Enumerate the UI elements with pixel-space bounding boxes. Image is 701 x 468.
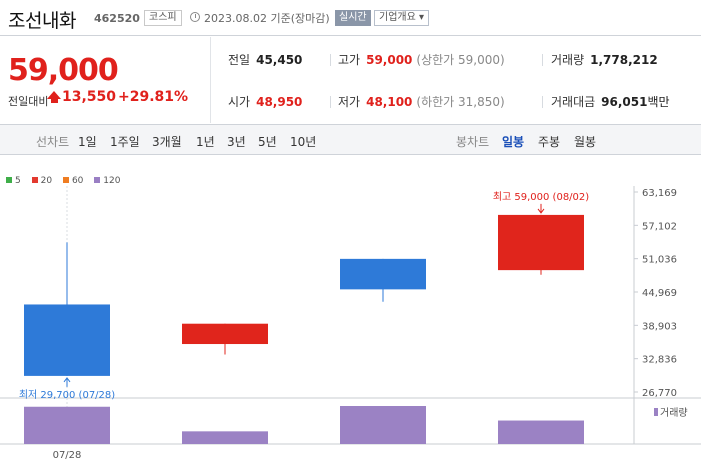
volume-bar (340, 406, 426, 444)
y-tick-label: 32,836 (642, 355, 677, 366)
y-tick-label: 44,969 (642, 288, 677, 299)
y-tick-label: 26,770 (642, 388, 677, 399)
candle-up (498, 214, 584, 271)
volume-bar (498, 420, 584, 444)
candle-up (182, 323, 268, 345)
volume-bar (182, 431, 268, 444)
y-tick-label: 57,102 (642, 221, 677, 232)
volume-legend-label: 거래량 (660, 407, 688, 419)
candle-down (340, 258, 426, 290)
y-tick-label: 51,036 (642, 255, 677, 266)
volume-legend-swatch (654, 408, 658, 416)
y-tick-label: 63,169 (642, 188, 677, 199)
low-annotation: 최저 29,700 (07/28) (19, 389, 115, 401)
y-tick-label: 38,903 (642, 321, 677, 332)
x-tick-label: 07/28 (53, 450, 82, 461)
volume-bar (24, 406, 110, 444)
price-chart[interactable]: 63,169 57,102 51,036 44,969 38,903 32,836 26,7… (0, 0, 701, 468)
candle-down (24, 304, 110, 376)
high-annotation: 최고 59,000 (08/02) (493, 191, 589, 203)
